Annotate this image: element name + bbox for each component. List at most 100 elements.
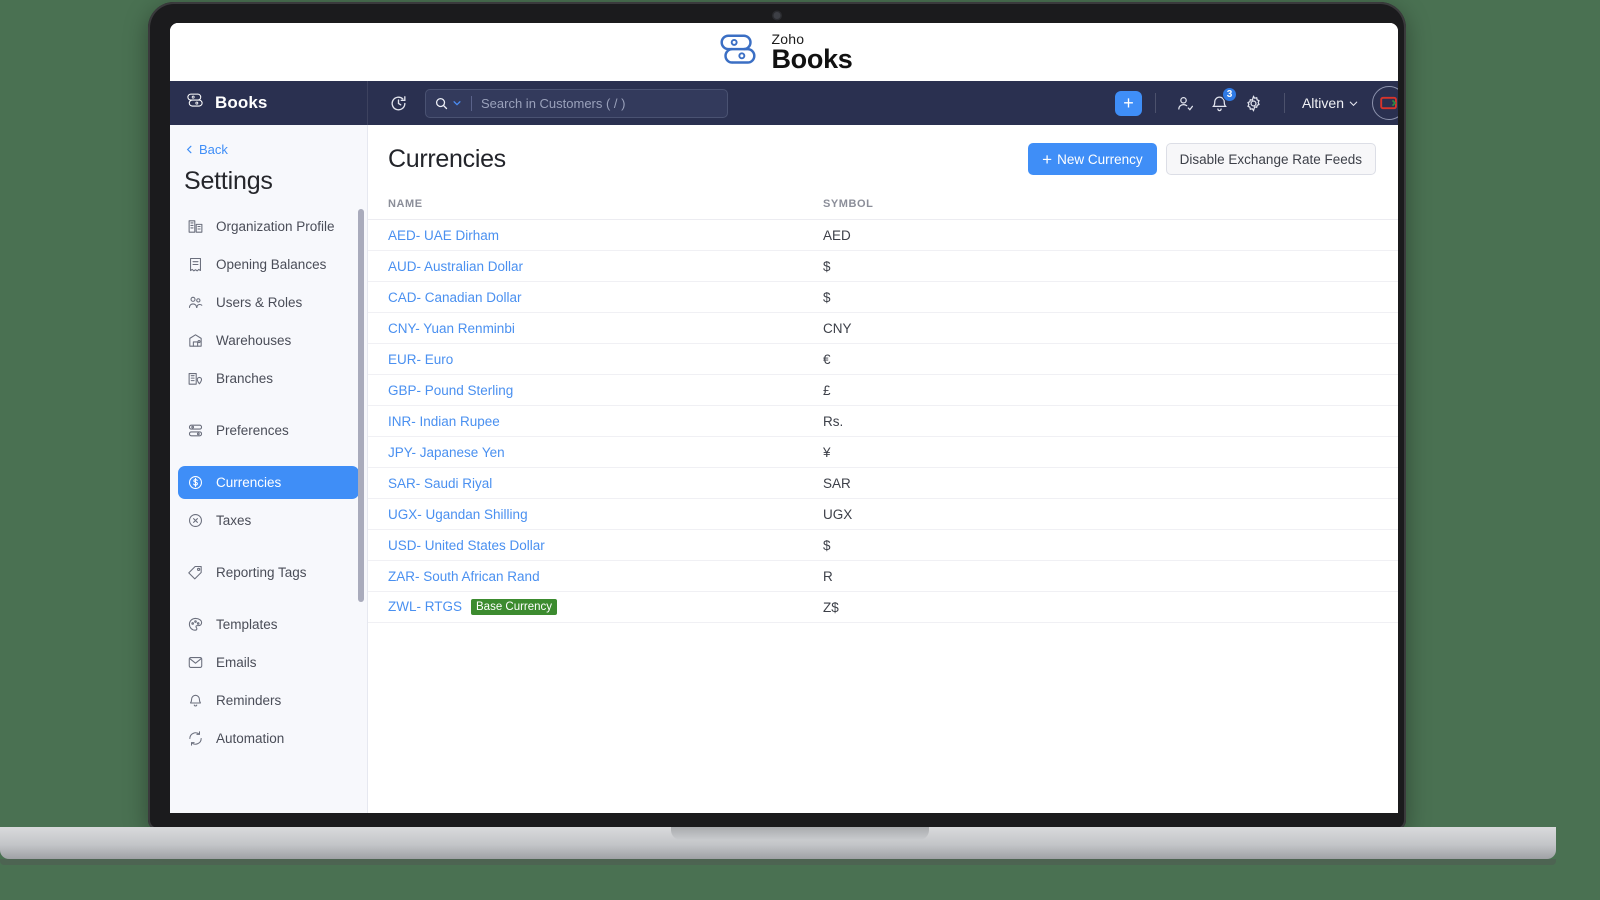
currency-symbol-cell: $ (823, 281, 1398, 313)
organization-switcher[interactable]: Altiven (1302, 95, 1359, 111)
sidebar-item-organization-profile[interactable]: Organization Profile (178, 210, 359, 243)
new-currency-button[interactable]: + New Currency (1028, 143, 1157, 175)
currency-symbol-cell: $ (823, 250, 1398, 282)
currency-name-cell: GBP- Pound Sterling (368, 374, 823, 406)
search-divider (471, 95, 472, 111)
currency-symbol-cell: Z$ (823, 591, 1398, 623)
table-row[interactable]: EUR- Euro € (368, 343, 1398, 375)
column-header-name: NAME (368, 191, 823, 220)
currency-dollar-icon (187, 474, 204, 491)
sidebar-scrollbar[interactable] (358, 209, 364, 602)
table-header-row: NAME SYMBOL (368, 191, 1398, 220)
currency-name-link[interactable]: AUD- Australian Dollar (388, 259, 523, 274)
currencies-table: NAME SYMBOL AED- UAE Dirham AED AUD- Austr… (368, 191, 1398, 623)
nav-divider (1283, 93, 1285, 113)
currency-name-link[interactable]: INR- Indian Rupee (388, 414, 500, 429)
sidebar-item-preferences[interactable]: Preferences (178, 414, 359, 447)
sidebar-item-branches[interactable]: Branches (178, 362, 359, 395)
search-input[interactable] (481, 95, 719, 111)
currency-name-link[interactable]: EUR- Euro (388, 352, 453, 367)
sidebar-item-label: Templates (216, 617, 278, 632)
global-search[interactable] (425, 88, 728, 118)
currency-name-link[interactable]: SAR- Saudi Riyal (388, 476, 492, 491)
currency-symbol-cell: UGX (823, 498, 1398, 530)
currency-name-link[interactable]: GBP- Pound Sterling (388, 383, 513, 398)
back-label: Back (199, 142, 228, 157)
bell-icon[interactable]: 3 (1208, 87, 1237, 115)
gear-icon[interactable] (1242, 91, 1266, 115)
currency-name-cell: ZAR- South African Rand (368, 560, 823, 592)
table-row[interactable]: UGX- Ugandan Shilling UGX (368, 498, 1398, 530)
chevron-down-icon (453, 101, 461, 106)
sidebar-item-taxes[interactable]: Taxes (178, 504, 359, 537)
currency-name-cell: AUD- Australian Dollar (368, 250, 823, 282)
sidebar-item-reminders[interactable]: Reminders (178, 684, 359, 717)
table-row[interactable]: AUD- Australian Dollar $ (368, 250, 1398, 282)
app-name-label: Books (215, 93, 268, 112)
sidebar-item-label: Warehouses (216, 333, 292, 348)
preferences-icon (187, 422, 204, 439)
currency-symbol-cell: € (823, 343, 1398, 375)
books-logo-icon (184, 90, 206, 117)
currency-name-cell: JPY- Japanese Yen (368, 436, 823, 468)
table-row[interactable]: CAD- Canadian Dollar $ (368, 281, 1398, 313)
currency-name-link[interactable]: AED- UAE Dirham (388, 228, 499, 243)
avatar[interactable] (1372, 86, 1398, 120)
sidebar-item-reporting-tags[interactable]: Reporting Tags (178, 556, 359, 589)
organization-icon (187, 218, 204, 235)
notification-badge: 3 (1221, 87, 1237, 102)
currency-name-link[interactable]: CNY- Yuan Renminbi (388, 321, 515, 336)
sidebar-item-emails[interactable]: Emails (178, 646, 359, 679)
table-row[interactable]: INR- Indian Rupee Rs. (368, 405, 1398, 437)
sidebar-item-label: Currencies (216, 475, 282, 490)
currency-name-cell: SAR- Saudi Riyal (368, 467, 823, 499)
sidebar-item-warehouses[interactable]: Warehouses (178, 324, 359, 357)
sidebar-item-currencies[interactable]: Currencies (178, 466, 359, 499)
quick-create-button[interactable]: + (1114, 90, 1142, 116)
refresh-clock-icon[interactable] (385, 90, 411, 116)
main-header: Currencies + New Currency Disable Exchan… (368, 125, 1398, 191)
sidebar-item-opening-balances[interactable]: Opening Balances (178, 248, 359, 281)
currency-name-link[interactable]: CAD- Canadian Dollar (388, 290, 522, 305)
table-row[interactable]: CNY- Yuan Renminbi CNY (368, 312, 1398, 344)
sidebar-item-users-roles[interactable]: Users & Roles (178, 286, 359, 319)
disable-exchange-rate-feeds-button[interactable]: Disable Exchange Rate Feeds (1165, 143, 1376, 175)
table-row[interactable]: AED- UAE Dirham AED (368, 219, 1398, 251)
warehouse-icon (187, 332, 204, 349)
laptop-shadow (0, 859, 1556, 865)
table-row[interactable]: JPY- Japanese Yen ¥ (368, 436, 1398, 468)
sidebar-item-automation[interactable]: Automation (178, 722, 359, 755)
search-scope-selector[interactable] (434, 96, 462, 111)
sidebar-item-label: Organization Profile (216, 219, 335, 234)
currency-symbol-cell: $ (823, 529, 1398, 561)
table-row[interactable]: USD- United States Dollar $ (368, 529, 1398, 561)
table-row[interactable]: SAR- Saudi Riyal SAR (368, 467, 1398, 499)
currency-symbol-cell: SAR (823, 467, 1398, 499)
bell-icon (187, 692, 204, 709)
currency-name-link[interactable]: ZAR- South African Rand (388, 569, 540, 584)
sidebar-item-label: Preferences (216, 423, 289, 438)
base-currency-badge: Base Currency (471, 599, 558, 615)
main-actions: + New Currency Disable Exchange Rate Fee… (1028, 143, 1376, 175)
column-header-symbol: SYMBOL (823, 191, 1398, 220)
currency-name-cell: UGX- Ugandan Shilling (368, 498, 823, 530)
table-row[interactable]: GBP- Pound Sterling £ (368, 374, 1398, 406)
table-header: NAME SYMBOL (368, 191, 1398, 220)
currency-name-link[interactable]: ZWL- RTGS (388, 599, 462, 614)
brand-books-label: Books (771, 43, 853, 74)
sidebar-item-label: Branches (216, 371, 274, 386)
table-row[interactable]: ZAR- South African Rand R (368, 560, 1398, 592)
currency-name-link[interactable]: UGX- Ugandan Shilling (388, 507, 528, 522)
back-link[interactable]: Back (170, 139, 367, 157)
currency-name-link[interactable]: JPY- Japanese Yen (388, 445, 505, 460)
branches-icon (187, 370, 204, 387)
sidebar-item-templates[interactable]: Templates (178, 608, 359, 641)
add-user-icon[interactable] (1174, 91, 1198, 115)
sidebar-item-label: Reporting Tags (216, 565, 307, 580)
top-nav-actions: + 3 Altiven (1114, 81, 1398, 125)
table-row[interactable]: ZWL- RTGS Base Currency Z$ (368, 591, 1398, 623)
palette-icon (187, 616, 204, 633)
app-home-link[interactable]: Books (170, 81, 368, 125)
currency-name-link[interactable]: USD- United States Dollar (388, 538, 545, 553)
